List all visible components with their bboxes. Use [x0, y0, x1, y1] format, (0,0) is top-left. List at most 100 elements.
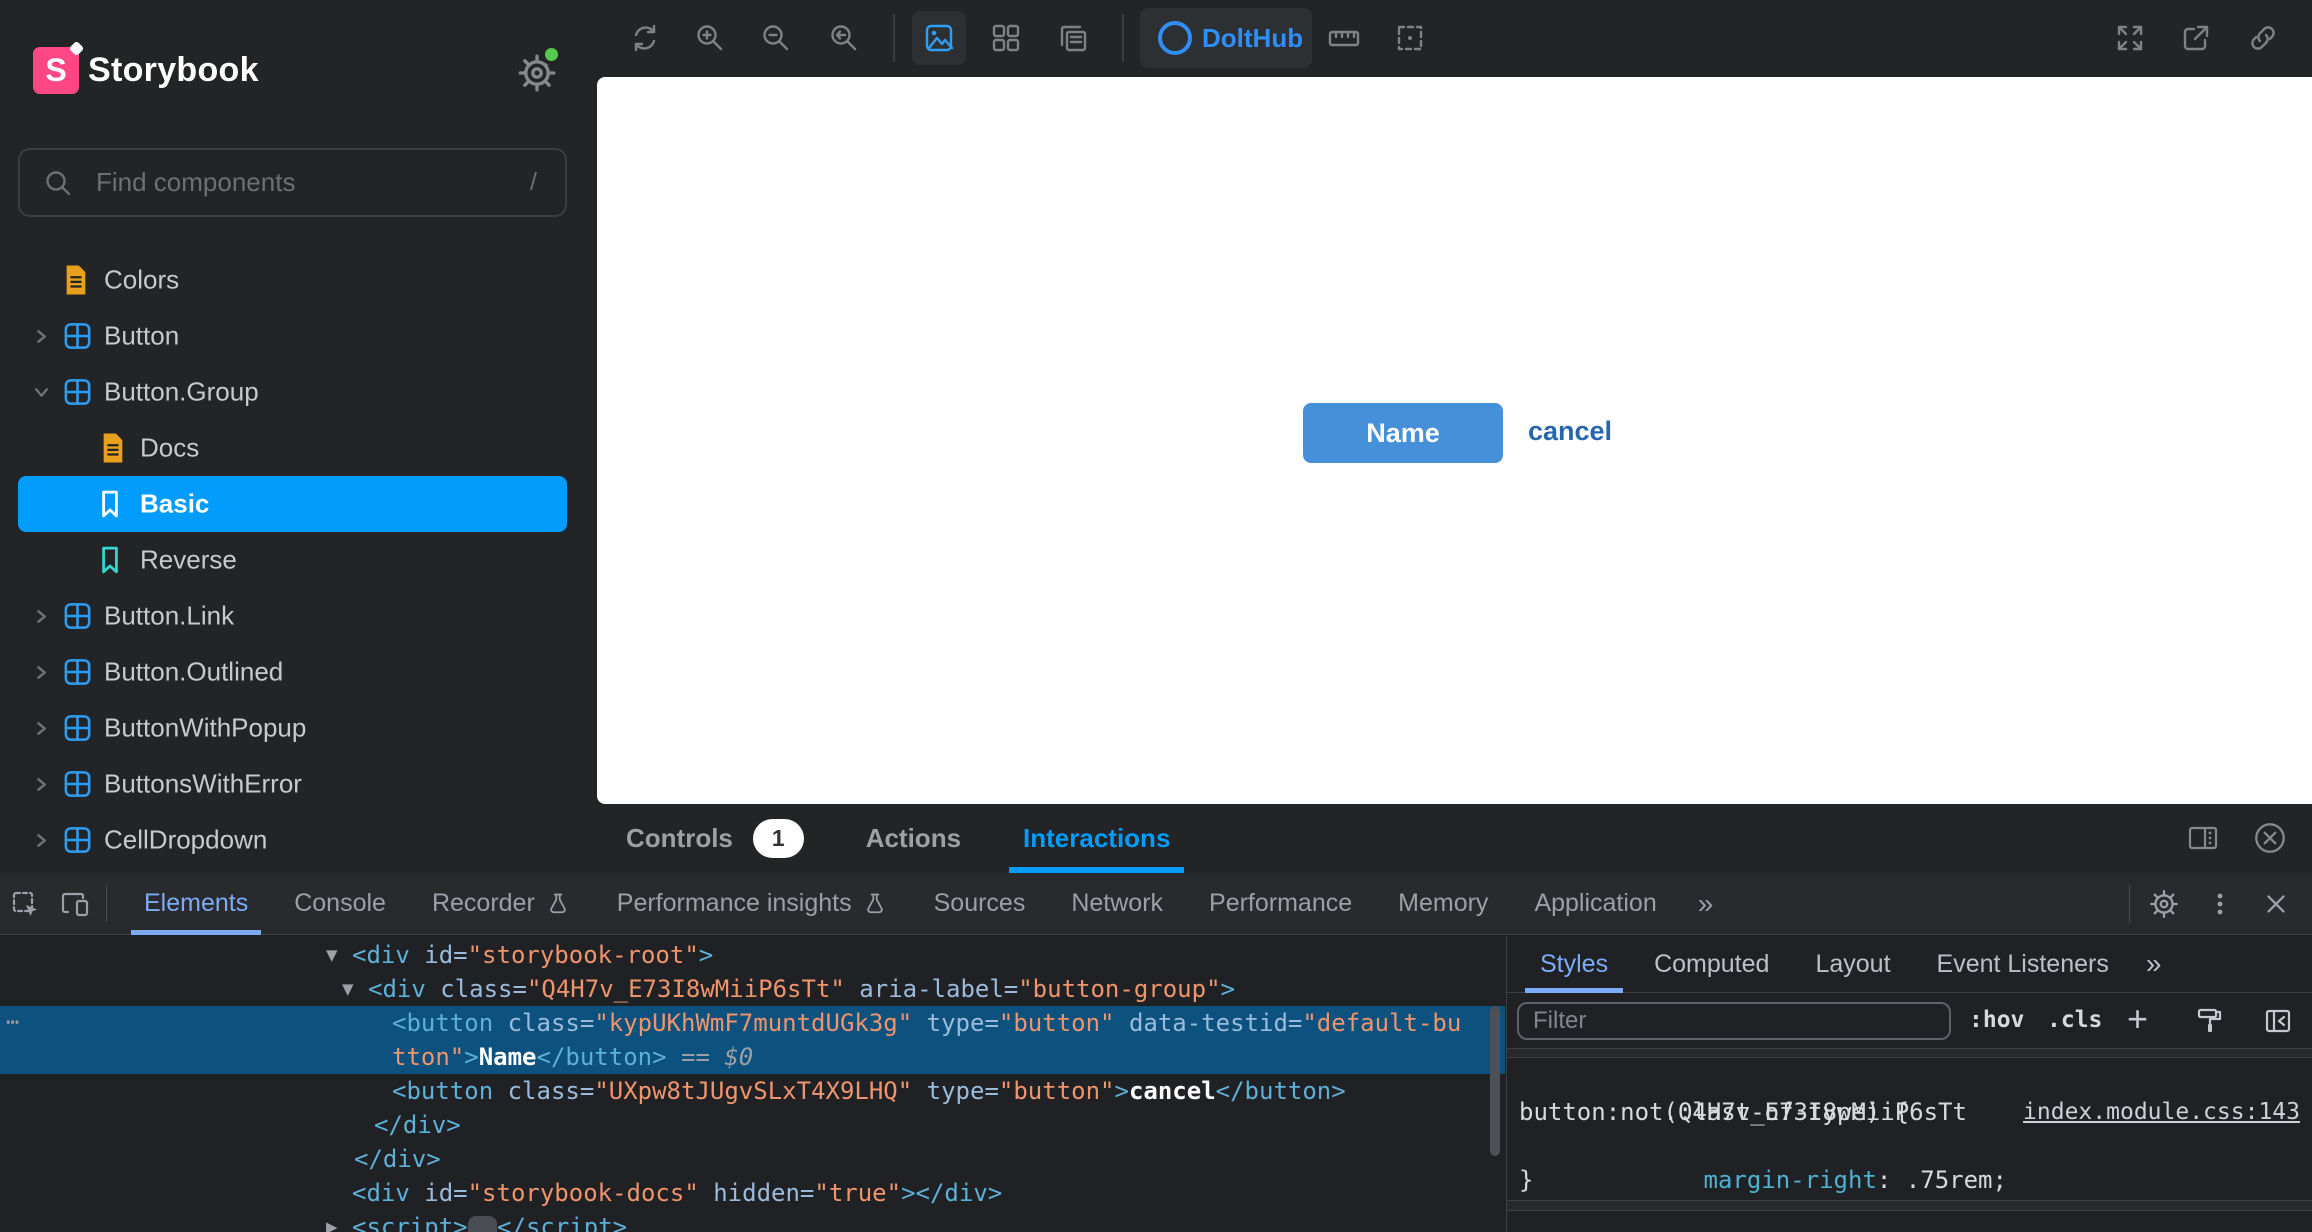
sidebar-item-label: CellDropdown — [104, 825, 267, 856]
storybook-logo[interactable]: S — [33, 47, 79, 94]
tab-recorder[interactable]: Recorder — [409, 873, 594, 934]
sidebar-item-docs[interactable]: Docs — [0, 420, 597, 476]
tab-computed[interactable]: Computed — [1631, 936, 1792, 992]
code-attr: aria-label= — [845, 975, 1018, 1003]
ruler-icon[interactable] — [1327, 21, 1361, 55]
tree-line[interactable]: ▼<div id="storybook-root"> — [0, 938, 1505, 972]
css-source-link[interactable]: index.module.css:143 — [2023, 1095, 2300, 1129]
tree-line[interactable]: ▶<script>…</script> — [0, 1210, 1505, 1232]
tree-line[interactable]: </div> — [0, 1142, 1505, 1176]
sidebar-item-reverse[interactable]: Reverse — [0, 532, 597, 588]
zoom-out-icon[interactable] — [759, 21, 793, 55]
collapse-panel-button[interactable] — [2263, 1006, 2293, 1036]
copy-link-icon[interactable] — [2246, 21, 2280, 55]
tab-memory[interactable]: Memory — [1375, 873, 1511, 934]
tree-line[interactable]: ⋯<button class="kypUKhWmF7muntdUGk3g" ty… — [0, 1006, 1505, 1040]
twisty-icon[interactable]: ▼ — [326, 938, 338, 972]
tree-line[interactable]: </div> — [0, 1108, 1505, 1142]
dolthub-icon — [1158, 21, 1192, 55]
paint-format-button[interactable] — [2195, 1006, 2225, 1036]
toolbar-divider — [893, 14, 895, 62]
tab-actions[interactable]: Actions — [866, 804, 961, 873]
zoom-in-icon[interactable] — [693, 21, 727, 55]
tab-interactions[interactable]: Interactions — [1023, 804, 1170, 873]
sidebar-item-basic[interactable]: Basic — [0, 476, 597, 532]
tab-label: Elements — [144, 889, 248, 918]
device-toolbar-button[interactable] — [50, 873, 100, 934]
zoom-reset-icon[interactable] — [826, 21, 860, 55]
tab-application[interactable]: Application — [1511, 873, 1679, 934]
remount-icon[interactable] — [628, 21, 662, 55]
devtools-menu-button[interactable] — [2192, 873, 2248, 935]
chevron-right-icon[interactable] — [33, 832, 50, 849]
sidebar-item-buttonswitherror[interactable]: ButtonsWithError — [0, 756, 597, 812]
sidebar-item-button[interactable]: Button — [0, 308, 597, 364]
tab-sources[interactable]: Sources — [911, 873, 1049, 934]
tree-line[interactable]: <button class="UXpw8tJUgvSLxT4X9LHQ" typ… — [0, 1074, 1505, 1108]
outline-icon[interactable] — [1393, 21, 1427, 55]
stacked-view-icon[interactable] — [1056, 21, 1090, 55]
chevron-down-icon[interactable] — [33, 384, 50, 401]
code-ref: == $0 — [667, 1043, 754, 1071]
app: S Storybook Find components / ColorsButt… — [0, 0, 2312, 1232]
tab-network[interactable]: Network — [1048, 873, 1186, 934]
preview-canvas: Name cancel — [597, 77, 2312, 804]
more-tabs-button[interactable]: » — [2132, 936, 2176, 992]
tree-line[interactable]: tton">Name</button> == $0 — [0, 1040, 1505, 1074]
gutter-ellipsis[interactable]: ⋯ — [6, 1006, 19, 1040]
cancel-link[interactable]: cancel — [1528, 416, 1612, 447]
panel-position-button[interactable] — [2185, 820, 2221, 856]
tab-event-listeners[interactable]: Event Listeners — [1914, 936, 2132, 992]
dolthub-theme-button[interactable]: DoltHub — [1140, 8, 1312, 68]
tab-layout[interactable]: Layout — [1792, 936, 1913, 992]
devtools-close-button[interactable] — [2248, 873, 2304, 935]
settings-button[interactable] — [510, 44, 564, 98]
kebab-menu-icon — [2205, 889, 2235, 919]
tab-performance[interactable]: Performance — [1186, 873, 1375, 934]
sidebar-item-button-group[interactable]: Button.Group — [0, 364, 597, 420]
sidebar-item-button-link[interactable]: Button.Link — [0, 588, 597, 644]
canvas-view-button[interactable] — [912, 11, 966, 65]
code-tag: > — [699, 941, 713, 969]
tab-performance-insights[interactable]: Performance insights — [594, 873, 911, 934]
tree-line[interactable]: ▼<div class="Q4H7v_E73I8wMiiP6sTt" aria-… — [0, 972, 1505, 1006]
tab-styles[interactable]: Styles — [1517, 936, 1631, 992]
collapse-panel-icon — [2263, 1006, 2293, 1036]
toggle-classes-button[interactable]: .cls — [2047, 993, 2102, 1047]
chevron-right-icon[interactable] — [33, 776, 50, 793]
experiment-flask-icon — [862, 891, 888, 917]
sidebar-item-button-outlined[interactable]: Button.Outlined — [0, 644, 597, 700]
grid-view-icon[interactable] — [989, 21, 1023, 55]
elements-scrollbar[interactable] — [1490, 1006, 1500, 1156]
app-title: Storybook — [88, 45, 259, 95]
twisty-icon[interactable]: ▶ — [326, 1210, 338, 1232]
open-new-tab-icon[interactable] — [2179, 21, 2213, 55]
toggle-pseudo-classes-button[interactable]: :hov — [1969, 993, 2024, 1047]
sidebar-item-colors[interactable]: Colors — [0, 252, 597, 308]
search-shortcut: / — [530, 150, 537, 215]
devtools-settings-button[interactable] — [2136, 873, 2192, 935]
chevron-right-icon[interactable] — [33, 328, 50, 345]
tab-console[interactable]: Console — [271, 873, 409, 934]
sidebar-item-buttonwithpopup[interactable]: ButtonWithPopup — [0, 700, 597, 756]
tab-controls[interactable]: Controls1 — [626, 804, 804, 873]
twisty-icon[interactable]: ▼ — [342, 972, 354, 1006]
storybook-sidebar: S Storybook Find components / ColorsButt… — [0, 0, 597, 873]
new-style-rule-button[interactable]: + — [2127, 993, 2148, 1045]
tree-line[interactable]: <div id="storybook-docs" hidden="true"><… — [0, 1176, 1505, 1210]
inspect-element-button[interactable] — [0, 873, 50, 934]
tab-elements[interactable]: Elements — [121, 873, 271, 934]
chevron-right-icon[interactable] — [33, 720, 50, 737]
code-attr: data-testid= — [1115, 1009, 1303, 1037]
name-button[interactable]: Name — [1303, 403, 1503, 463]
chevron-right-icon[interactable] — [33, 608, 50, 625]
sidebar-item-celldropdown[interactable]: CellDropdown — [0, 812, 597, 868]
tab-label: Interactions — [1023, 823, 1170, 854]
styles-filter-input[interactable] — [1517, 1002, 1951, 1040]
close-panel-button[interactable] — [2251, 819, 2289, 857]
tab-label: Styles — [1540, 950, 1608, 979]
search-input[interactable]: Find components / — [18, 148, 567, 217]
more-tabs-button[interactable]: » — [1680, 873, 1732, 934]
chevron-right-icon[interactable] — [33, 664, 50, 681]
fullscreen-icon[interactable] — [2113, 21, 2147, 55]
